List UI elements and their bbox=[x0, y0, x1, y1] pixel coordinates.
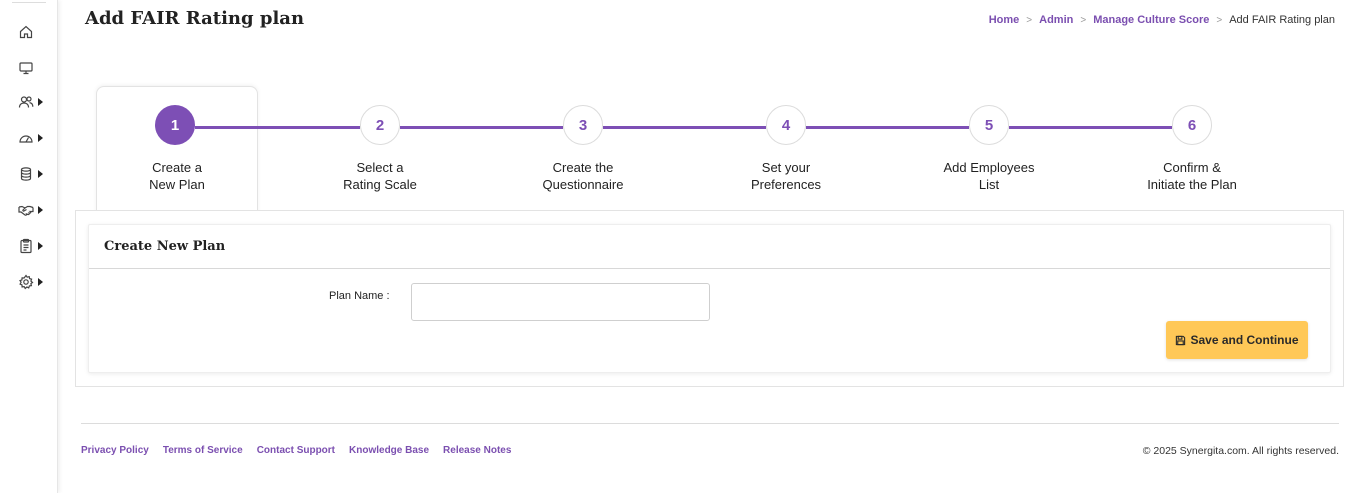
clipboard-icon bbox=[20, 238, 32, 254]
database-icon bbox=[20, 167, 32, 181]
chevron-right-icon bbox=[38, 98, 43, 106]
step-3-circle[interactable]: 3 bbox=[563, 105, 603, 145]
sidebar-divider bbox=[12, 2, 46, 3]
plan-name-input[interactable] bbox=[411, 283, 710, 321]
step-connector bbox=[1009, 126, 1172, 129]
step-5-label: Add Employees List bbox=[943, 160, 1035, 192]
sidebar-item-tasks[interactable] bbox=[18, 235, 50, 257]
step-6-circle[interactable]: 6 bbox=[1172, 105, 1212, 145]
footer-divider bbox=[81, 423, 1339, 424]
sidebar-item-home[interactable] bbox=[18, 21, 50, 43]
save-and-continue-button[interactable]: Save and Continue bbox=[1166, 321, 1308, 359]
chevron-right-icon bbox=[38, 242, 43, 250]
chevron-right-icon: > bbox=[1026, 14, 1033, 26]
footer-link-release-notes[interactable]: Release Notes bbox=[443, 445, 511, 456]
chevron-right-icon bbox=[38, 206, 43, 214]
step-5-circle[interactable]: 5 bbox=[969, 105, 1009, 145]
footer-link-knowledge-base[interactable]: Knowledge Base bbox=[349, 445, 429, 456]
step-connector bbox=[195, 126, 360, 129]
card-title: Create New Plan bbox=[89, 225, 1330, 269]
step-1-circle[interactable]: 1 bbox=[155, 105, 195, 145]
home-icon bbox=[19, 25, 33, 39]
step-connector bbox=[603, 126, 766, 129]
chevron-right-icon: > bbox=[1080, 14, 1087, 26]
breadcrumb-manage-culture-score[interactable]: Manage Culture Score bbox=[1093, 14, 1209, 26]
step-2-circle[interactable]: 2 bbox=[360, 105, 400, 145]
chevron-right-icon bbox=[38, 134, 43, 142]
handshake-icon bbox=[18, 205, 34, 216]
sidebar-item-engagement[interactable] bbox=[18, 199, 50, 221]
footer-link-privacy-policy[interactable]: Privacy Policy bbox=[81, 445, 149, 456]
plan-name-label: Plan Name : bbox=[329, 290, 390, 302]
step-6-label: Confirm & Initiate the Plan bbox=[1147, 160, 1237, 192]
save-button-label: Save and Continue bbox=[1190, 333, 1299, 347]
sidebar-item-users[interactable] bbox=[18, 91, 50, 113]
sidebar bbox=[0, 0, 58, 493]
step-1-label: Create a New Plan bbox=[149, 160, 205, 192]
sidebar-item-data[interactable] bbox=[18, 163, 50, 185]
chevron-right-icon bbox=[38, 278, 43, 286]
page-title: Add FAIR Rating plan bbox=[85, 8, 305, 29]
breadcrumb-home[interactable]: Home bbox=[989, 14, 1020, 26]
step-2-label: Select a Rating Scale bbox=[343, 160, 417, 192]
footer-link-contact-support[interactable]: Contact Support bbox=[257, 445, 335, 456]
step-3-label: Create the Questionnaire bbox=[542, 160, 624, 192]
sidebar-item-performance[interactable] bbox=[18, 127, 50, 149]
footer-link-terms-of-service[interactable]: Terms of Service bbox=[163, 445, 243, 456]
breadcrumb: Home > Admin > Manage Culture Score > Ad… bbox=[989, 14, 1335, 26]
breadcrumb-current: Add FAIR Rating plan bbox=[1229, 14, 1335, 26]
step-connector bbox=[400, 126, 563, 129]
chevron-right-icon: > bbox=[1216, 14, 1223, 26]
breadcrumb-admin[interactable]: Admin bbox=[1039, 14, 1073, 26]
settings-icon bbox=[19, 274, 34, 290]
sidebar-item-settings[interactable] bbox=[18, 271, 50, 293]
users-icon bbox=[18, 96, 34, 108]
sidebar-item-dashboard[interactable] bbox=[18, 57, 50, 79]
step-connector bbox=[806, 126, 969, 129]
save-icon bbox=[1176, 335, 1186, 345]
step-4-circle[interactable]: 4 bbox=[766, 105, 806, 145]
copyright-text: © 2025 Synergita.com. All rights reserve… bbox=[1142, 445, 1339, 457]
chevron-right-icon bbox=[38, 170, 43, 178]
gauge-icon bbox=[19, 135, 33, 143]
footer-links: Privacy Policy Terms of Service Contact … bbox=[81, 445, 511, 456]
monitor-icon bbox=[19, 62, 33, 75]
step-4-label: Set your Preferences bbox=[750, 160, 822, 192]
